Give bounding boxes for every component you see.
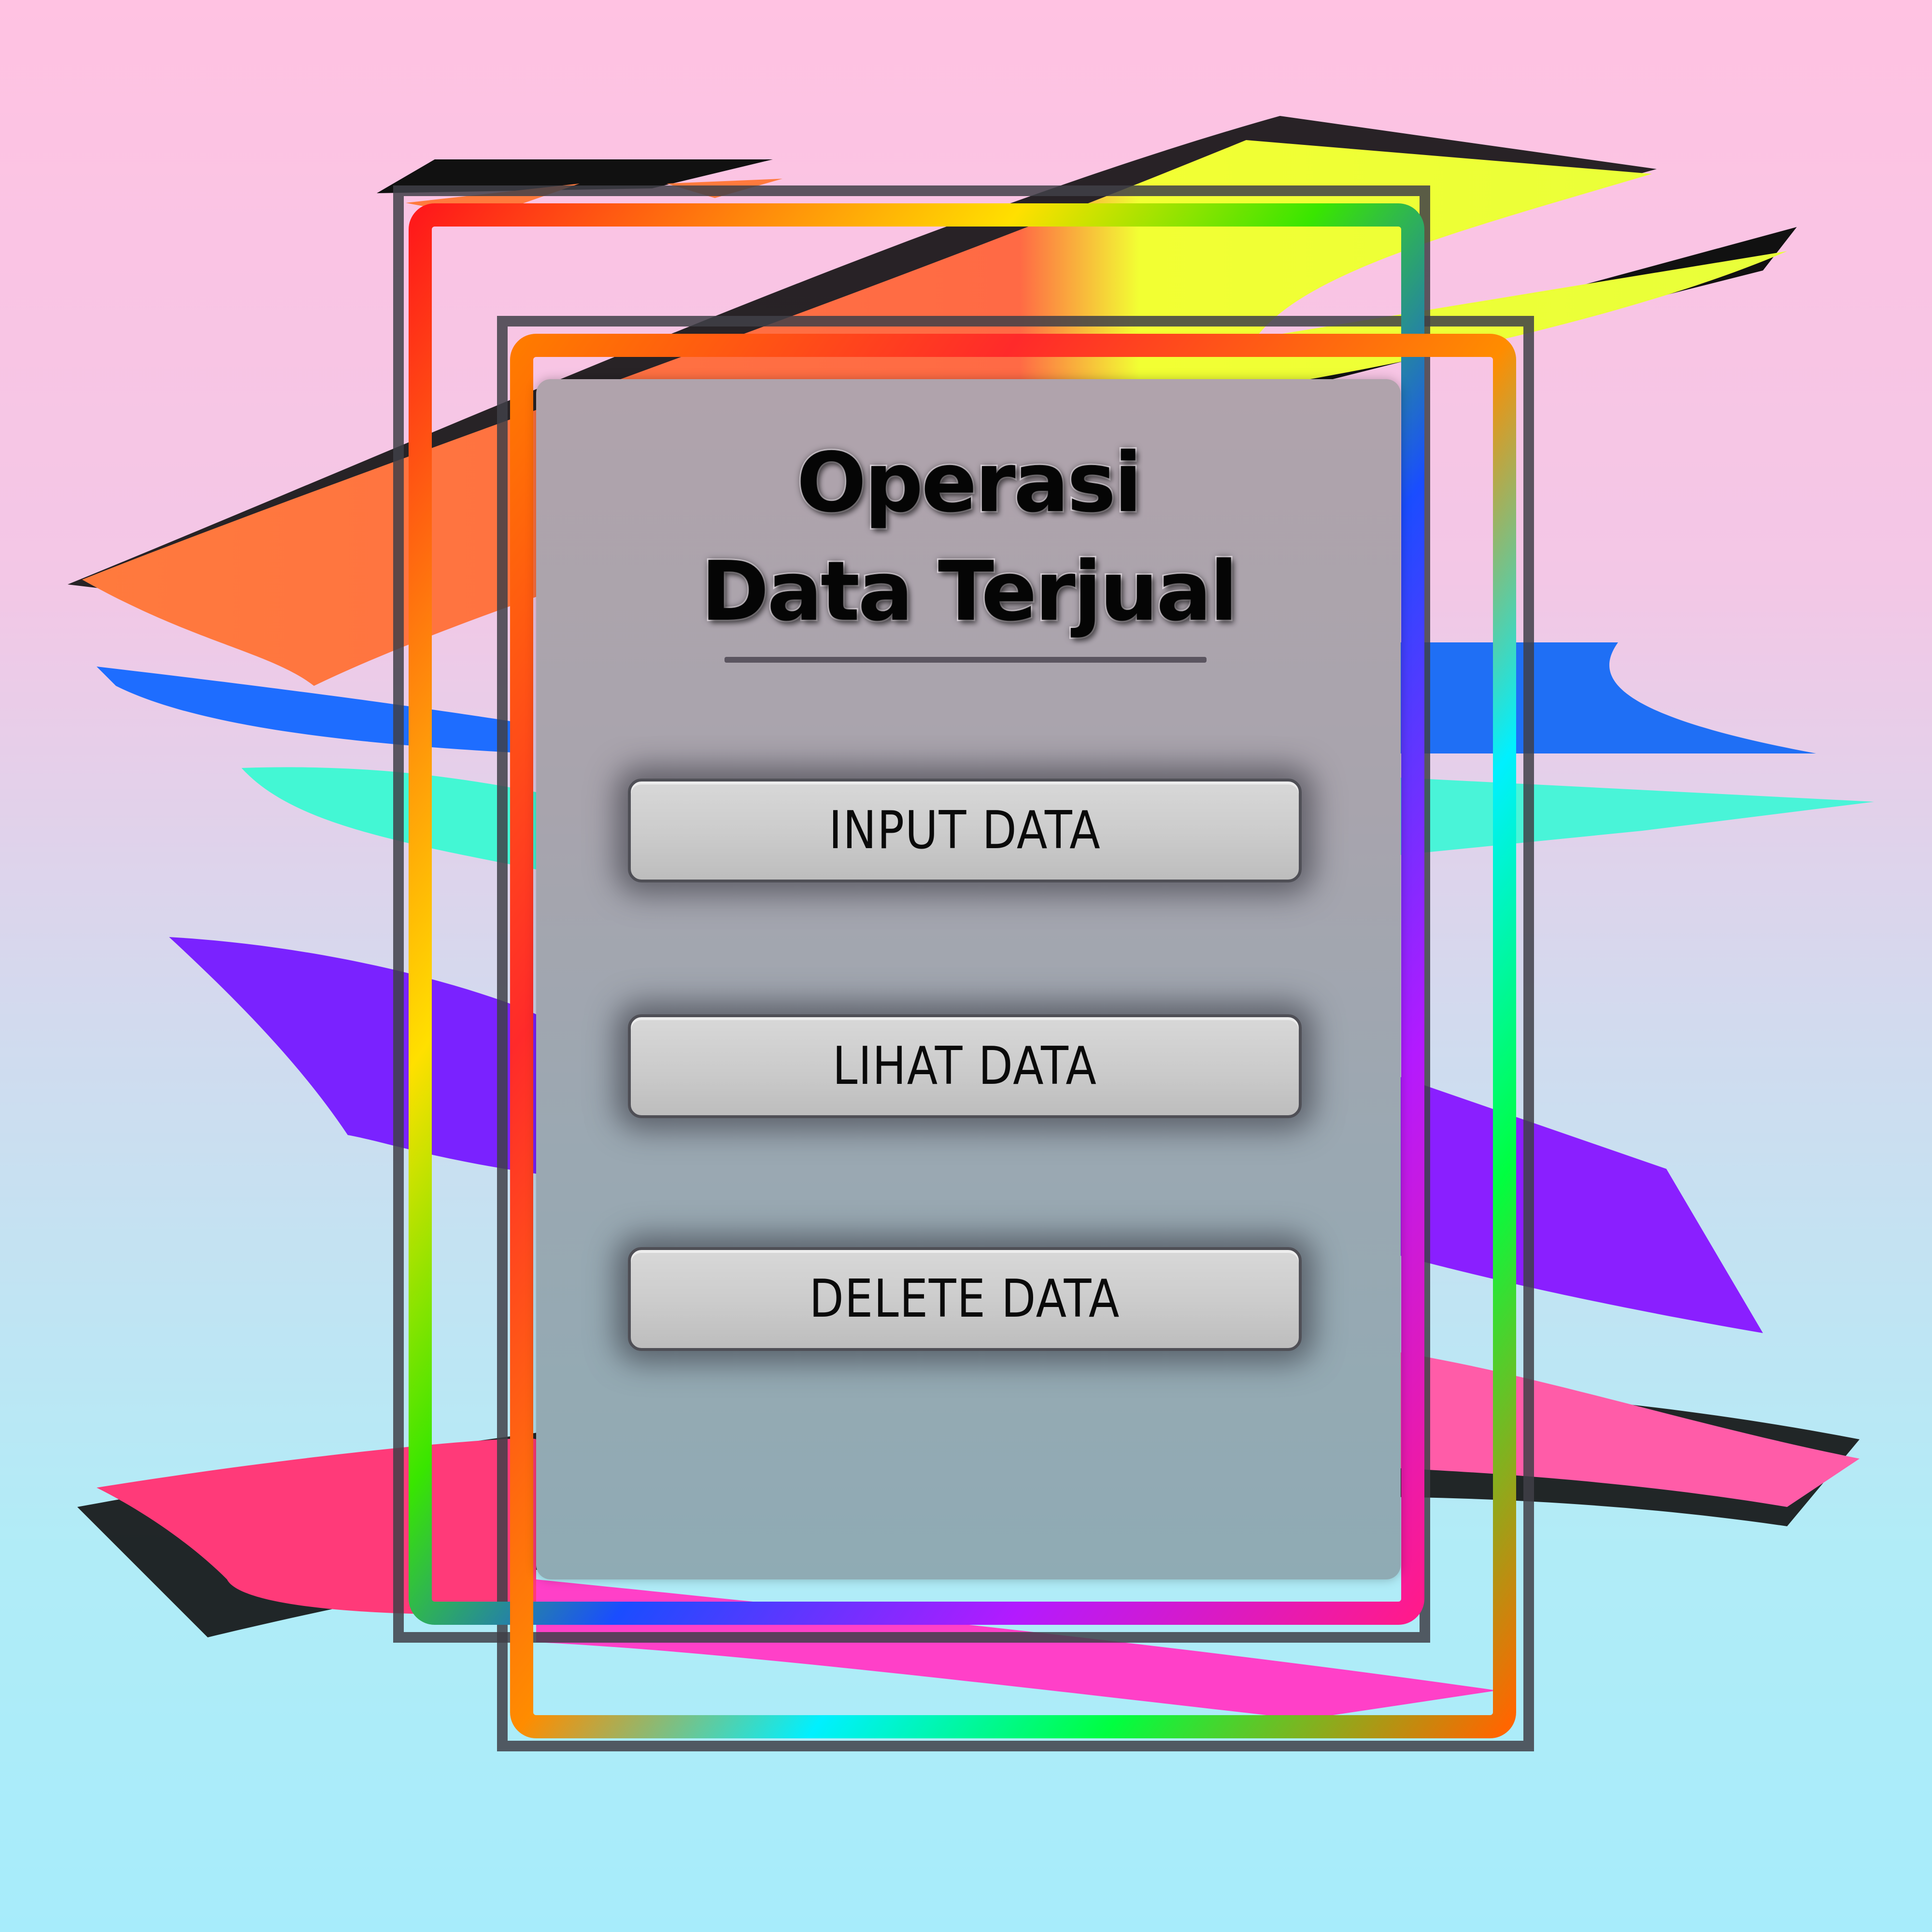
page-title-line2: Data Terjual xyxy=(699,542,1239,641)
input-data-button[interactable]: INPUT DATA xyxy=(628,779,1302,882)
view-data-label: LIHAT DATA xyxy=(832,1036,1097,1096)
delete-data-button[interactable]: DELETE DATA xyxy=(628,1247,1302,1351)
input-data-label: INPUT DATA xyxy=(828,800,1101,861)
page-title-line1: Operasi xyxy=(795,434,1144,532)
delete-data-label: DELETE DATA xyxy=(809,1269,1121,1329)
view-data-button[interactable]: LIHAT DATA xyxy=(628,1014,1302,1118)
title-underline xyxy=(724,657,1207,663)
